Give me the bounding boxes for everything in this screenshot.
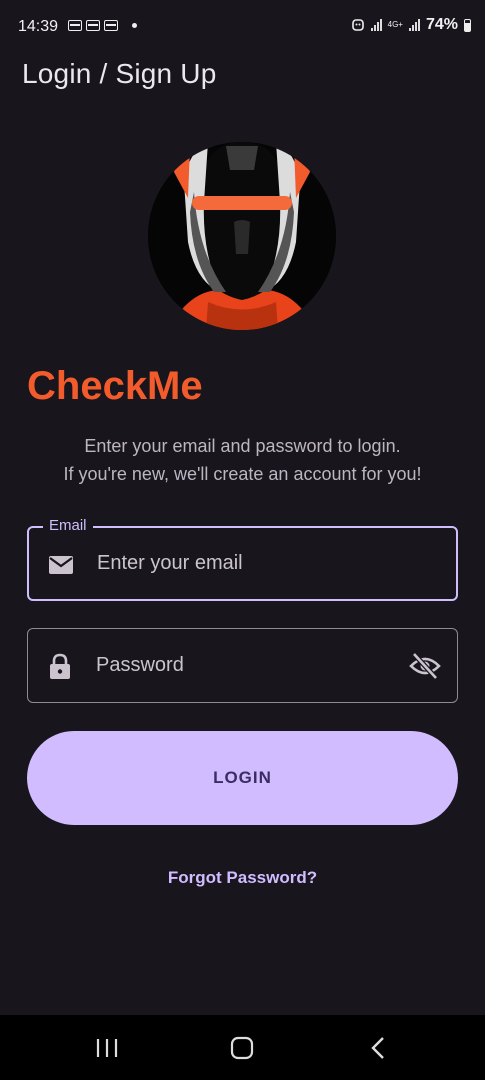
system-nav-bar bbox=[0, 1015, 485, 1080]
system-status: 4G+ 74% bbox=[351, 16, 471, 34]
login-button[interactable]: LOGIN bbox=[27, 731, 458, 825]
battery-icon bbox=[464, 18, 471, 32]
notification-icon bbox=[68, 20, 82, 31]
signal-icon bbox=[408, 19, 420, 31]
more-notifications-icon bbox=[132, 23, 137, 28]
status-time: 14:39 bbox=[18, 18, 59, 35]
instruction-line-2: If you're new, we'll create an account f… bbox=[63, 464, 422, 484]
notification-icon bbox=[104, 20, 118, 31]
email-input[interactable] bbox=[97, 528, 397, 599]
email-field[interactable]: Email bbox=[27, 517, 458, 601]
login-instructions: Enter your email and password to login. … bbox=[0, 432, 485, 488]
lock-icon bbox=[50, 653, 70, 679]
recent-apps-icon[interactable] bbox=[87, 1033, 127, 1063]
password-input[interactable] bbox=[96, 629, 396, 702]
network-type: 4G+ bbox=[387, 20, 403, 29]
app-logo-avatar bbox=[148, 142, 336, 330]
back-icon[interactable] bbox=[358, 1033, 398, 1063]
status-bar: 14:39 4G+ 74% bbox=[0, 0, 485, 56]
instruction-line-1: Enter your email and password to login. bbox=[84, 436, 401, 456]
alarm-icon bbox=[351, 19, 364, 31]
signal-icon bbox=[370, 19, 382, 31]
home-icon[interactable] bbox=[222, 1033, 262, 1063]
helmet-figure-image bbox=[148, 142, 336, 330]
email-field-label: Email bbox=[43, 517, 93, 534]
page-title: Login / Sign Up bbox=[22, 58, 217, 89]
notification-icon bbox=[86, 20, 100, 31]
battery-percent: 74% bbox=[425, 16, 458, 33]
mail-icon bbox=[49, 556, 73, 574]
password-field[interactable] bbox=[27, 628, 458, 703]
login-screen: 14:39 4G+ 74% Login / Sign Up CheckMe En… bbox=[0, 0, 485, 1080]
brand-name: CheckMe bbox=[27, 364, 203, 408]
notification-icons bbox=[68, 20, 137, 31]
eye-off-icon[interactable] bbox=[409, 651, 441, 681]
forgot-password-link[interactable]: Forgot Password? bbox=[0, 868, 485, 888]
